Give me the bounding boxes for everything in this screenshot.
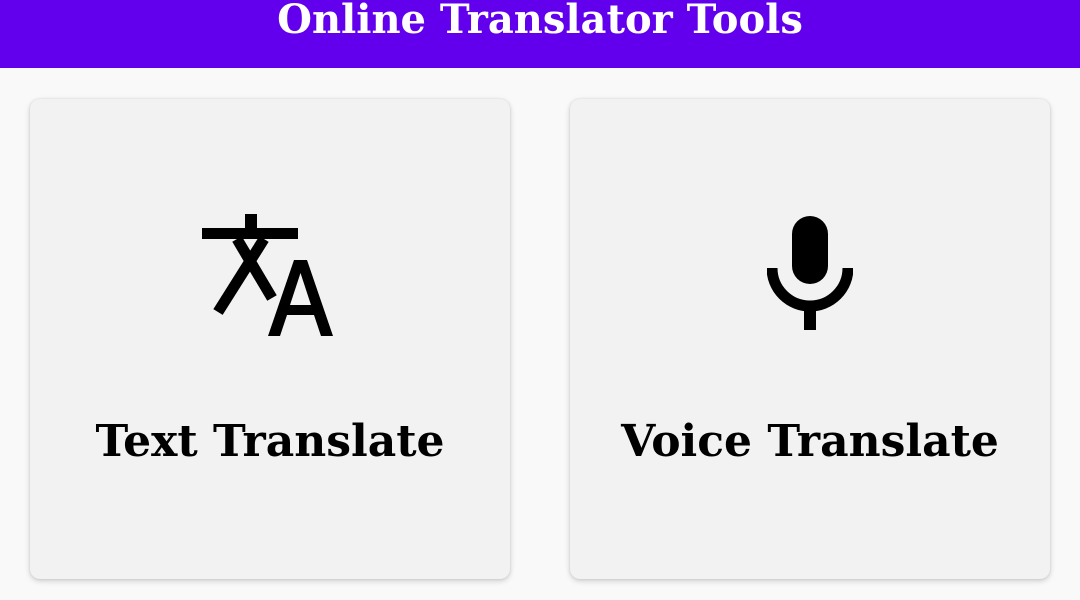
voice-translate-card[interactable]: Voice Translate [570, 99, 1050, 579]
translate-icon [30, 214, 510, 338]
page-title: Online Translator Tools [277, 0, 803, 43]
microphone-icon [570, 216, 1050, 332]
voice-translate-label: Voice Translate [621, 416, 999, 467]
text-translate-label: Text Translate [95, 416, 445, 467]
text-translate-card[interactable]: Text Translate [30, 99, 510, 579]
app-header: Online Translator Tools [0, 0, 1080, 68]
